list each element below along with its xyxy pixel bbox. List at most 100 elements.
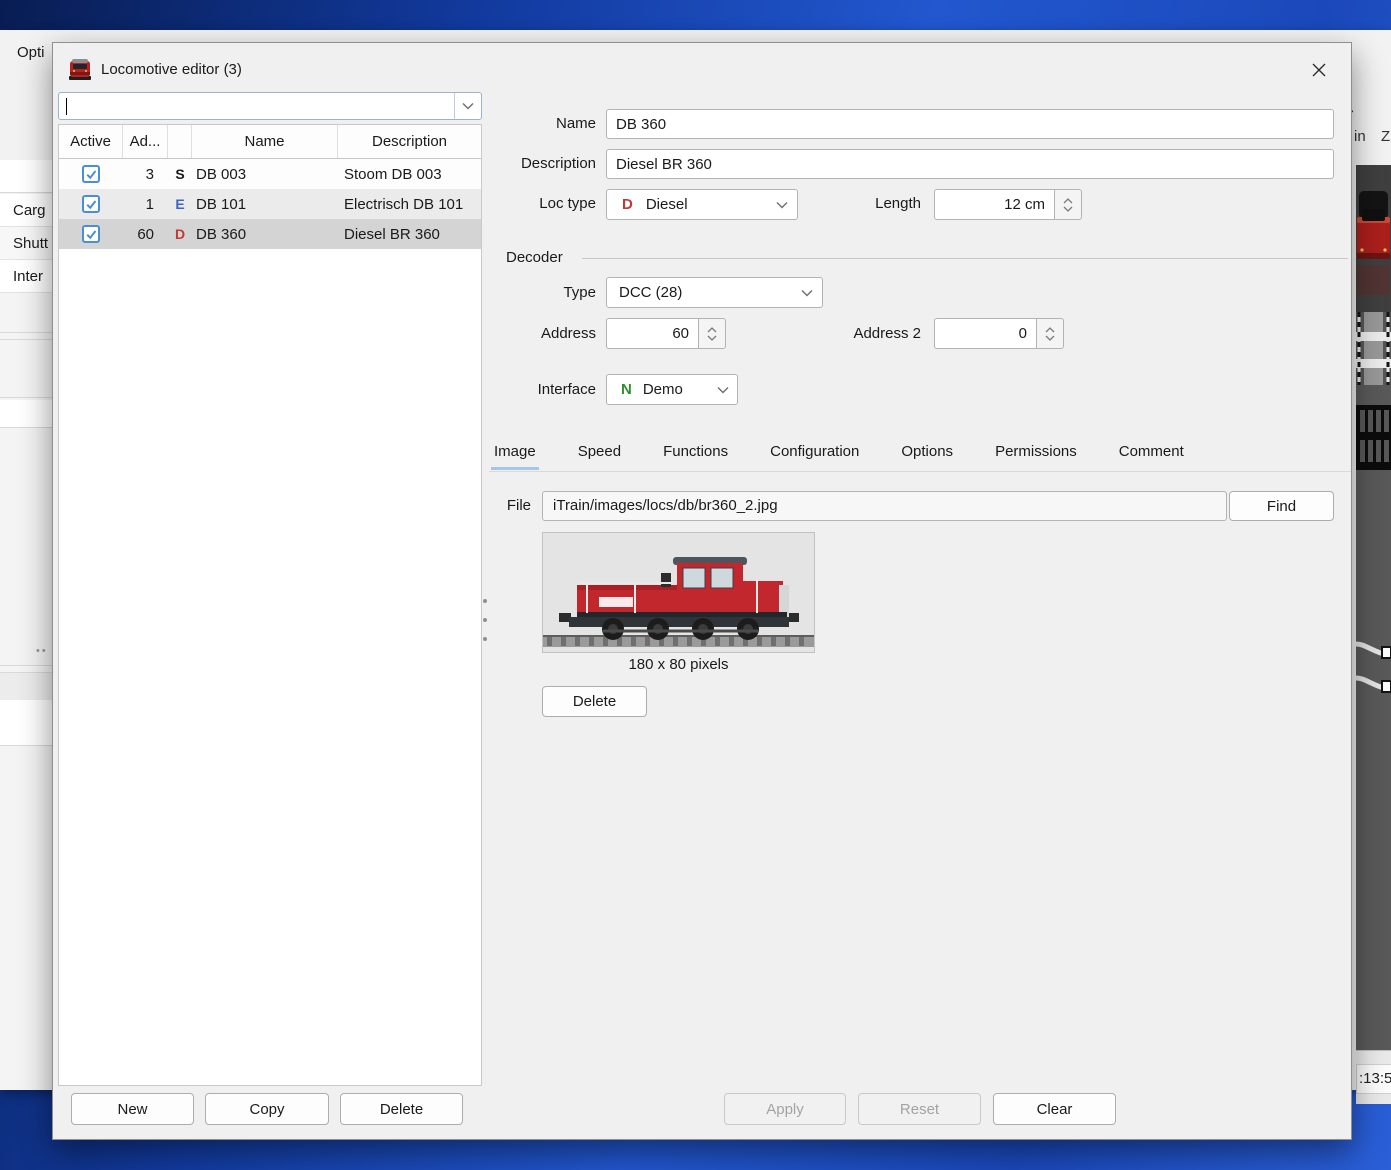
description-label: Description (473, 149, 596, 179)
panel-splitter-handle[interactable] (482, 599, 488, 641)
background-left-divider (0, 160, 52, 193)
decoder-group-label: Decoder (506, 248, 563, 268)
background-toolbar-text-2: Z (1381, 128, 1390, 145)
background-list-item-cargo[interactable]: Carg (0, 194, 52, 227)
locomotive-image-preview (542, 532, 815, 653)
locomotive-editor-dialog: Locomotive editor (3) Active Ad... Name … (52, 42, 1352, 1140)
track-curve-tiles[interactable] (1356, 630, 1391, 715)
file-path-field[interactable]: iTrain/images/locs/db/br360_2.jpg (542, 491, 1227, 521)
cell-description: Stoom DB 003 (338, 166, 481, 183)
address2-stepper: 0 (934, 318, 1064, 349)
table-row[interactable]: 1 E DB 101 Electrisch DB 101 (59, 189, 481, 219)
locomotive-table: Active Ad... Name Description 3 S DB 003… (58, 124, 482, 1086)
new-button[interactable]: New (71, 1093, 194, 1125)
cell-type-letter: S (168, 166, 192, 182)
tab-speed[interactable]: Speed (575, 435, 624, 470)
cell-name: DB 360 (192, 226, 338, 243)
cell-type-letter: D (168, 226, 192, 242)
cell-name: DB 101 (192, 196, 338, 213)
loc-type-label: Loc type (473, 189, 596, 219)
address-stepper: 60 (606, 318, 726, 349)
chevron-down-icon (717, 381, 729, 398)
tab-permissions[interactable]: Permissions (992, 435, 1080, 470)
length-value[interactable]: 12 cm (934, 189, 1054, 220)
stepper-buttons[interactable] (698, 318, 726, 349)
drag-dots-icon: •• (36, 645, 50, 657)
cell-address: 60 (123, 226, 168, 243)
background-left-panel: Carg Shutt Inter •• (0, 30, 52, 1090)
image-size-caption: 180 x 80 pixels (542, 656, 815, 673)
background-left-rows: •• (0, 293, 52, 1090)
status-clock: :13:5 (1356, 1064, 1391, 1094)
address-label: Address (473, 318, 596, 349)
background-list-item-shuttle[interactable]: Shutt (0, 227, 52, 260)
column-header-address[interactable]: Ad... (123, 125, 168, 158)
tab-image[interactable]: Image (491, 435, 539, 470)
tab-functions[interactable]: Functions (660, 435, 731, 470)
column-header-active[interactable]: Active (59, 125, 123, 158)
length-label: Length (753, 189, 921, 219)
file-label: File (408, 491, 531, 521)
active-checkbox[interactable] (82, 165, 100, 183)
interface-label: Interface (473, 374, 596, 405)
decoder-type-select[interactable]: DCC (28) (606, 277, 823, 308)
locomotive-image (543, 533, 814, 652)
address2-label: Address 2 (753, 318, 921, 349)
address-value[interactable]: 60 (606, 318, 698, 349)
cell-description: Diesel BR 360 (338, 226, 481, 243)
cell-address: 1 (123, 196, 168, 213)
column-header-name[interactable]: Name (192, 125, 338, 158)
tab-options[interactable]: Options (898, 435, 956, 470)
active-checkbox[interactable] (82, 195, 100, 213)
interface-select[interactable]: N Demo (606, 374, 738, 405)
editor-tabs: Image Speed Functions Configuration Opti… (491, 435, 1187, 470)
tab-configuration[interactable]: Configuration (767, 435, 862, 470)
background-status-bar: :13:5 (1356, 1050, 1391, 1104)
decoder-type-label: Type (473, 277, 596, 308)
decoder-type-value: DCC (28) (619, 284, 682, 301)
loc-type-value: Diesel (646, 196, 688, 213)
text-caret (66, 98, 67, 115)
name-field[interactable] (606, 109, 1334, 139)
chevron-down-icon (801, 284, 813, 301)
reset-button: Reset (858, 1093, 981, 1125)
tab-comment[interactable]: Comment (1116, 435, 1187, 470)
track-crossing-tile[interactable] (1356, 312, 1391, 385)
table-row[interactable]: 3 S DB 003 Stoom DB 003 (59, 159, 481, 189)
table-header-row: Active Ad... Name Description (59, 125, 481, 159)
tabs-divider (489, 471, 1351, 472)
loc-type-letter: D (622, 196, 633, 213)
find-button[interactable]: Find (1229, 491, 1334, 521)
background-toolbar-text-1: in (1354, 128, 1366, 145)
locomotive-search-combo (58, 92, 482, 120)
description-field[interactable] (606, 149, 1334, 179)
cell-address: 3 (123, 166, 168, 183)
copy-button[interactable]: Copy (205, 1093, 329, 1125)
delete-image-button[interactable]: Delete (542, 686, 647, 717)
name-label: Name (473, 109, 596, 139)
active-checkbox[interactable] (82, 225, 100, 243)
stepper-buttons[interactable] (1036, 318, 1064, 349)
column-header-description[interactable]: Description (338, 125, 481, 158)
decoder-group-line (582, 258, 1348, 259)
background-right-sidebar (1356, 165, 1391, 1050)
platform-tile[interactable] (1356, 405, 1391, 470)
interface-letter: N (621, 381, 632, 398)
close-icon[interactable] (1305, 56, 1333, 84)
dialog-title: Locomotive editor (3) (101, 61, 242, 78)
cell-name: DB 003 (192, 166, 338, 183)
stepper-buttons[interactable] (1054, 189, 1082, 220)
apply-button: Apply (724, 1093, 846, 1125)
clear-button[interactable]: Clear (993, 1093, 1116, 1125)
column-header-type[interactable] (168, 125, 192, 158)
interface-value: Demo (643, 381, 683, 398)
locomotive-icon (67, 56, 93, 82)
search-input[interactable] (59, 93, 454, 119)
address2-value[interactable]: 0 (934, 318, 1036, 349)
delete-button[interactable]: Delete (340, 1093, 463, 1125)
cell-description: Electrisch DB 101 (338, 196, 481, 213)
background-list-item-inter[interactable]: Inter (0, 260, 52, 293)
cell-type-letter: E (168, 196, 192, 212)
locomotive-photo-thumbnail (1356, 165, 1391, 312)
table-row-selected[interactable]: 60 D DB 360 Diesel BR 360 (59, 219, 481, 249)
